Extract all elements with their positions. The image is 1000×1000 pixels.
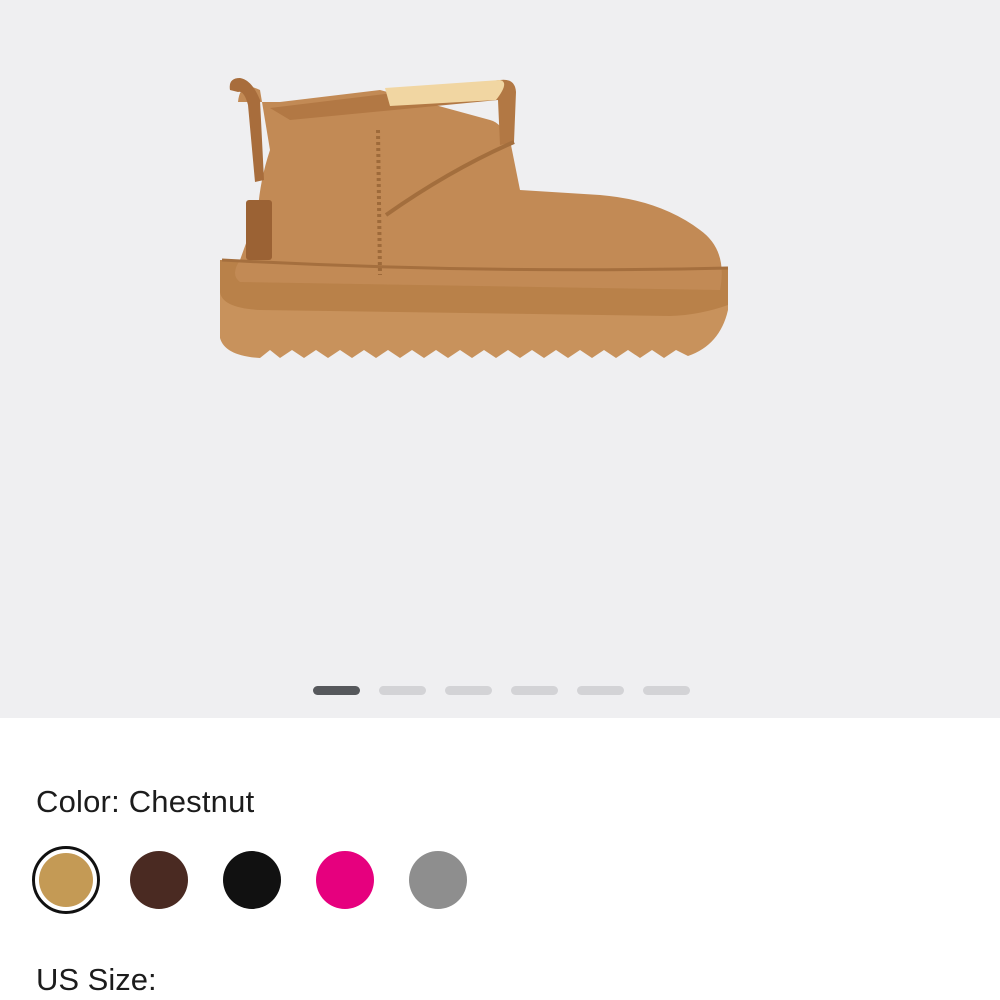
- color-swatch-chestnut[interactable]: [32, 846, 100, 914]
- color-label: Color: Chestnut: [36, 784, 255, 819]
- carousel-dot-1[interactable]: [313, 686, 360, 695]
- color-swatch-black[interactable]: [218, 846, 286, 914]
- carousel-dot-6[interactable]: [643, 686, 690, 695]
- swatch-fill: [39, 853, 93, 907]
- carousel-dot-2[interactable]: [379, 686, 426, 695]
- product-image-boot[interactable]: [200, 60, 760, 380]
- carousel-dot-3[interactable]: [445, 686, 492, 695]
- swatch-fill: [316, 851, 374, 909]
- swatch-fill: [130, 851, 188, 909]
- carousel-dot-5[interactable]: [577, 686, 624, 695]
- product-image-gallery[interactable]: [0, 0, 1000, 718]
- swatch-fill: [409, 851, 467, 909]
- color-swatch-grey[interactable]: [404, 846, 472, 914]
- carousel-indicators: [313, 686, 690, 695]
- color-swatch-list: [32, 846, 472, 914]
- swatch-fill: [223, 851, 281, 909]
- color-swatch-pink[interactable]: [311, 846, 379, 914]
- color-swatch-dark-brown[interactable]: [125, 846, 193, 914]
- size-label: US Size:: [36, 962, 157, 997]
- carousel-dot-4[interactable]: [511, 686, 558, 695]
